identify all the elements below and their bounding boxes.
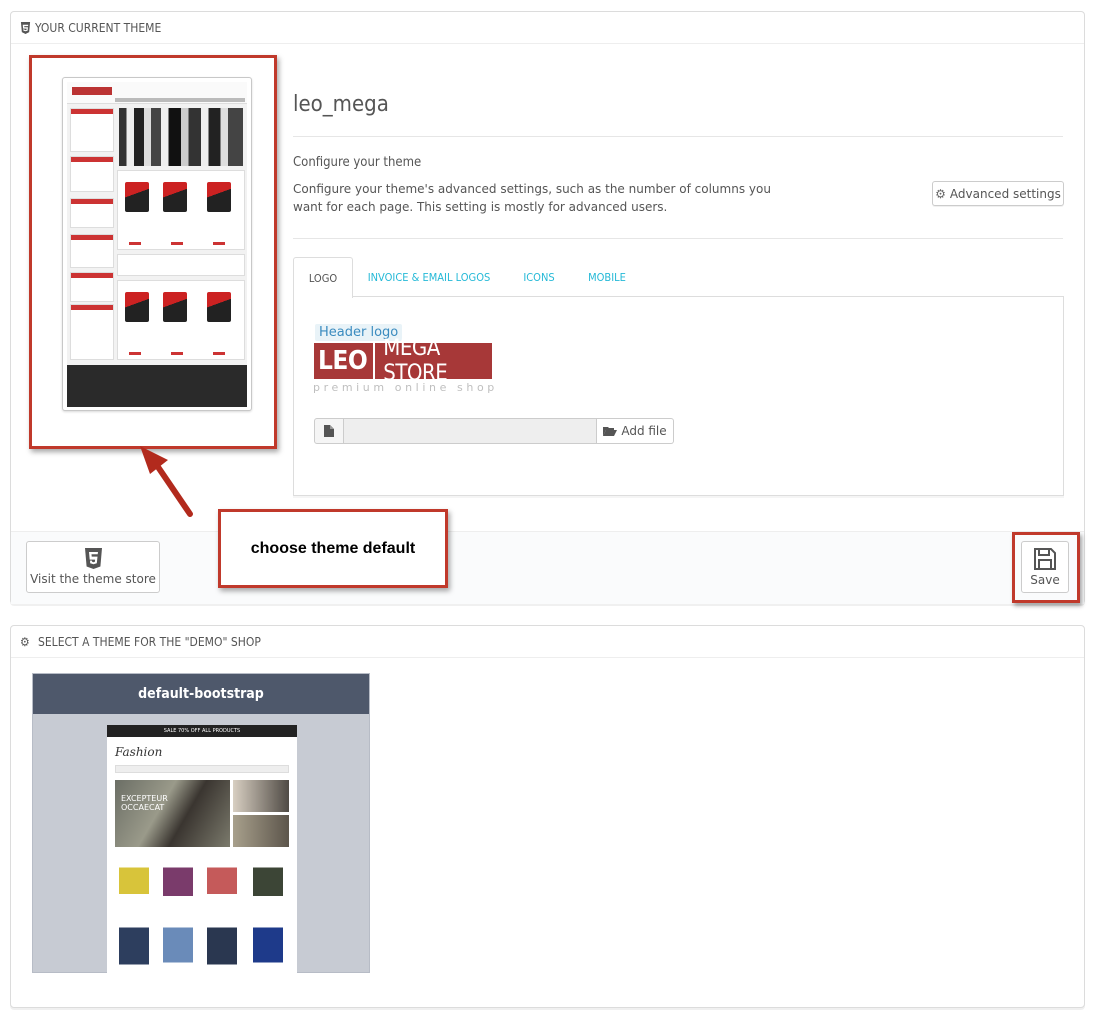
- tab-logo[interactable]: LOGO: [293, 257, 353, 298]
- panel-footer: [11, 531, 1084, 604]
- header-logo-image: LEO MEGA STORE: [314, 336, 492, 386]
- preview-banner-text: EXCEPTEUR OCCAECAT: [121, 794, 168, 812]
- preview-logo: Fashion: [115, 745, 163, 759]
- tab-invoice-email-logos[interactable]: INVOICE & EMAIL LOGOS: [353, 257, 505, 297]
- save-label: Save: [1030, 572, 1060, 587]
- logo-tab-pane: [293, 296, 1064, 496]
- advanced-settings-button[interactable]: ⚙ Advanced settings: [932, 181, 1064, 206]
- preview-banner: EXCEPTEUR OCCAECAT: [115, 780, 230, 847]
- select-theme-heading-text: SELECT A THEME FOR THE "DEMO" SHOP: [38, 634, 261, 649]
- file-icon: [314, 418, 344, 444]
- visit-theme-store-label: Visit the theme store: [30, 572, 156, 586]
- cogs-icon: ⚙: [20, 634, 30, 649]
- file-name-input[interactable]: [344, 418, 597, 444]
- logo-tagline: premium online shop: [313, 381, 498, 394]
- gear-icon: ⚙: [935, 186, 946, 201]
- theme-preview-highlight: [29, 55, 277, 449]
- annotation-callout: choose theme default: [218, 509, 448, 588]
- logo-file-upload: Add file: [314, 418, 674, 444]
- tab-mobile[interactable]: MOBILE: [573, 257, 641, 297]
- preview-top-banner: SALE 70% OFF ALL PRODUCTS: [107, 725, 297, 737]
- annotation-arrow-icon: [140, 446, 193, 517]
- html5-icon: [20, 21, 31, 34]
- save-button[interactable]: Save: [1021, 541, 1069, 593]
- current-theme-thumbnail[interactable]: [62, 77, 252, 411]
- add-file-button[interactable]: Add file: [597, 418, 674, 444]
- save-icon: [1034, 547, 1056, 570]
- mini-site-screenshot: [67, 82, 247, 407]
- advanced-settings-label: Advanced settings: [949, 186, 1061, 201]
- folder-open-icon: [603, 426, 618, 436]
- select-theme-heading: ⚙ SELECT A THEME FOR THE "DEMO" SHOP: [11, 626, 1084, 658]
- current-theme-name: leo_mega: [293, 92, 389, 117]
- divider: [293, 238, 1063, 239]
- divider: [293, 136, 1063, 137]
- configure-description: Configure your theme's advanced settings…: [293, 182, 771, 214]
- theme-card-default-bootstrap[interactable]: default-bootstrap SALE 70% OFF ALL PRODU…: [32, 673, 370, 973]
- visit-theme-store-button[interactable]: Visit the theme store: [26, 541, 160, 593]
- configure-title: Configure your theme: [293, 155, 422, 170]
- html5-icon: [84, 548, 102, 569]
- tab-icons[interactable]: ICONS: [505, 257, 573, 297]
- logo-text-leo: LEO: [318, 346, 368, 376]
- current-theme-heading: YOUR CURRENT THEME: [11, 12, 1084, 44]
- add-file-label: Add file: [621, 424, 667, 438]
- logo-text-mega-store: MEGA STORE: [383, 336, 448, 386]
- select-theme-panel: ⚙ SELECT A THEME FOR THE "DEMO" SHOP def…: [10, 625, 1085, 1008]
- logo-tabs: LOGO INVOICE & EMAIL LOGOS ICONS MOBILE: [293, 257, 1064, 298]
- theme-card-title: default-bootstrap: [33, 674, 369, 714]
- current-theme-heading-text: YOUR CURRENT THEME: [35, 20, 162, 35]
- default-bootstrap-screenshot: SALE 70% OFF ALL PRODUCTS Fashion EXCEPT…: [107, 725, 297, 973]
